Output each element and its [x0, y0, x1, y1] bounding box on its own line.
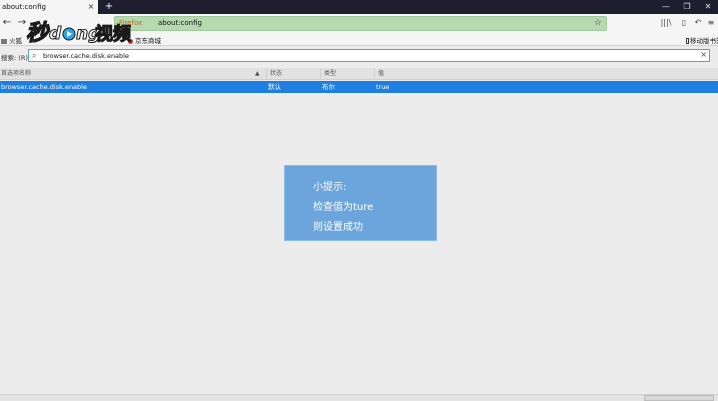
- column-status[interactable]: 状态: [266, 68, 320, 80]
- new-tab-button[interactable]: +: [103, 0, 115, 14]
- status-bar: [0, 394, 718, 401]
- mobile-icon: [686, 38, 689, 44]
- search-input[interactable]: [43, 51, 443, 61]
- restore-icon[interactable]: ❐: [677, 0, 697, 14]
- tip-line-2: 检查值为ture: [313, 202, 374, 213]
- search-box[interactable]: ⌕ ×: [28, 49, 710, 62]
- tip-line-3: 则设置成功: [313, 222, 363, 233]
- undo-icon[interactable]: ↶: [692, 17, 704, 29]
- svg-text:视频: 视频: [95, 23, 131, 45]
- minimize-icon[interactable]: —: [656, 0, 676, 14]
- bookmark-star-icon[interactable]: ☆: [594, 18, 602, 28]
- search-row: 搜索: (R) ⌕ ×: [0, 47, 718, 64]
- tab-title: about:config: [2, 3, 46, 11]
- svg-text:秒: 秒: [26, 21, 50, 46]
- close-tab-icon[interactable]: ×: [86, 2, 96, 12]
- svg-text:d: d: [49, 24, 62, 44]
- mobile-bookmarks[interactable]: 移动版书签: [686, 35, 718, 45]
- prefs-table-header: 首选项名称 ▲ 状态 类型 值: [0, 68, 718, 80]
- tab-strip: about:config × + — ❐ ✕: [0, 0, 718, 14]
- folder-icon: [1, 38, 7, 44]
- url-text[interactable]: about:config: [158, 19, 202, 27]
- search-label: 搜索: (R): [1, 54, 28, 62]
- pref-status: 默认: [268, 83, 281, 91]
- pref-value: true: [376, 83, 390, 91]
- pref-name: browser.cache.disk.enable: [1, 83, 87, 91]
- close-window-icon[interactable]: ✕: [698, 0, 718, 14]
- clear-search-icon[interactable]: ×: [700, 50, 707, 59]
- url-bar[interactable]: Firefox about:config ☆: [114, 16, 607, 31]
- pref-type: 布尔: [322, 83, 335, 91]
- menu-icon[interactable]: ≡: [705, 17, 717, 29]
- column-value[interactable]: 值: [374, 68, 718, 80]
- table-row[interactable]: browser.cache.disk.enable 默认 布尔 true: [0, 81, 718, 93]
- status-button[interactable]: [644, 395, 714, 401]
- tab-about-config[interactable]: about:config ×: [0, 0, 98, 14]
- column-name[interactable]: 首选项名称: [0, 68, 266, 80]
- watermark-logo: 秒 d ng 视频: [25, 20, 131, 46]
- column-type[interactable]: 类型: [320, 68, 374, 80]
- tip-title: 小提示:: [313, 182, 347, 193]
- sidebar-icon[interactable]: ▯: [678, 17, 690, 29]
- library-icon[interactable]: |||\: [660, 17, 672, 29]
- back-icon[interactable]: ←: [1, 17, 13, 29]
- bookmark-folder[interactable]: 火狐: [1, 35, 22, 45]
- tip-box: 小提示: 检查值为ture 则设置成功: [284, 165, 437, 241]
- sort-arrow-icon: ▲: [255, 70, 260, 77]
- search-icon: ⌕: [32, 51, 37, 60]
